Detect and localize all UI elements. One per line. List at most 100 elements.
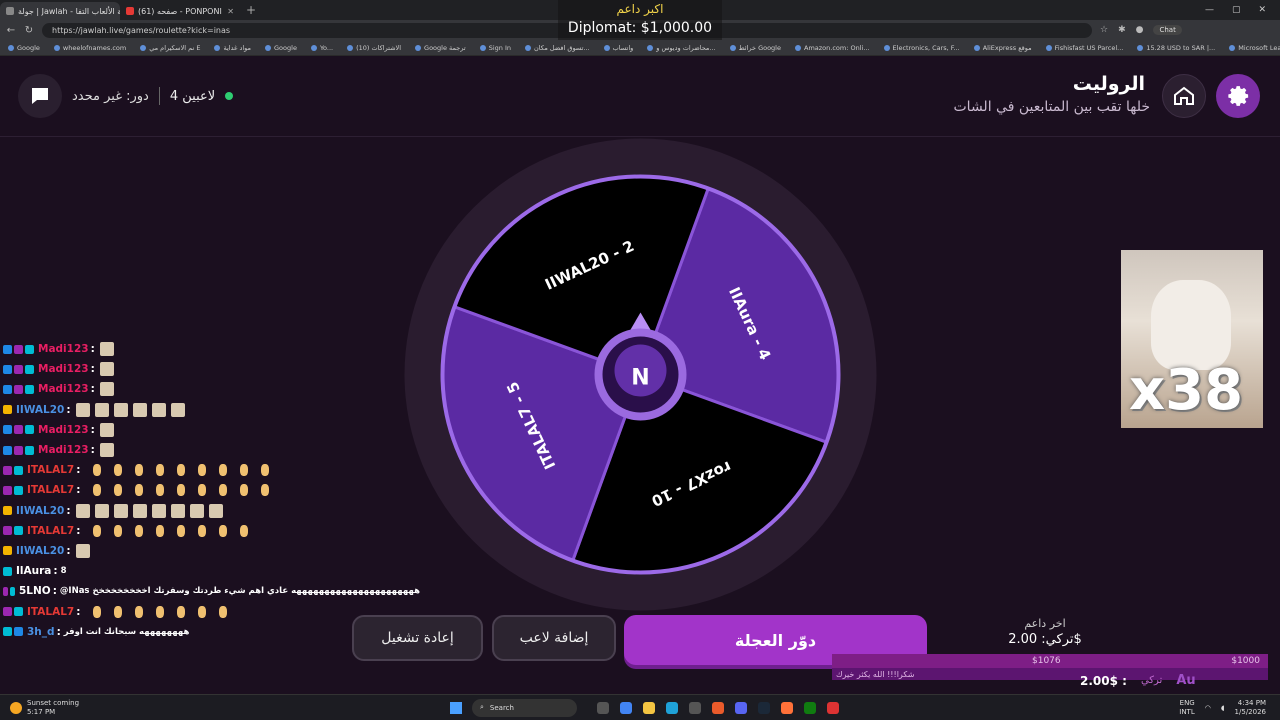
back-icon[interactable]: ← (6, 25, 16, 36)
file-explorer-icon[interactable] (643, 701, 655, 714)
steam-icon[interactable] (758, 701, 770, 714)
language-top[interactable]: ENG (1179, 699, 1195, 708)
chat-emote-icon (135, 524, 144, 537)
new-tab-icon[interactable]: + (246, 3, 256, 17)
bookmark-item[interactable]: Fishisfast US Parcel... (1045, 43, 1124, 52)
bookmark-item[interactable]: AliExpress موقع (973, 44, 1032, 52)
extensions-icon[interactable]: ✱ (1118, 25, 1126, 35)
bookmark-icon (883, 44, 890, 51)
chat-badge-icon (3, 627, 12, 637)
volume-icon[interactable]: ◖ (1221, 704, 1225, 712)
firefox-icon[interactable] (781, 701, 793, 714)
minimize-icon[interactable]: — (1205, 5, 1214, 15)
chat-separator: : (66, 504, 71, 517)
chat-username[interactable]: Madi123 (38, 424, 89, 436)
bookmark-icon (1229, 44, 1236, 51)
clock-date[interactable]: 1/5/2026 (1235, 708, 1266, 717)
bookmark-item[interactable]: واتساب (603, 44, 633, 52)
app-icon[interactable] (689, 701, 701, 714)
chat-username[interactable]: IIWAL20 (16, 545, 64, 557)
bookmark-item[interactable]: خرائط Google (729, 44, 781, 52)
windows-start-icon[interactable] (450, 701, 462, 714)
app-icon[interactable] (827, 701, 839, 714)
browser-tab[interactable]: (61) صفحه - PONPONI ✕ (120, 2, 240, 20)
chat-emote-icon (113, 503, 128, 518)
language-bottom[interactable]: INTL (1179, 708, 1194, 717)
weather-title: Sunset coming (27, 698, 80, 707)
brave-icon[interactable] (712, 701, 724, 714)
divider (158, 87, 160, 105)
bookmark-label: Fishisfast US Parcel... (1054, 43, 1124, 52)
chat-username[interactable]: ITALAL7 (27, 484, 74, 496)
bookmark-item[interactable]: Yo... (310, 44, 333, 52)
chat-username[interactable]: 5LNO (19, 585, 51, 597)
browser-tab[interactable]: جولة | Jawlah - منصة الألعاب التفا ✕ (0, 2, 120, 20)
home-button[interactable] (1162, 74, 1206, 118)
bookmark-item[interactable]: Electronics, Cars, F... (883, 44, 960, 52)
chat-message: IlAura :8 (0, 561, 420, 581)
chat-badge-icon (3, 465, 12, 475)
bookmark-item[interactable]: 15.28 USD to SAR |... (1137, 44, 1215, 52)
bookmark-item[interactable]: تسوق افضل مكان... (524, 43, 590, 52)
chat-text: ههههههههه سبحانك انت اوفر (63, 626, 190, 637)
chat-username[interactable]: Madi123 (38, 343, 89, 355)
weather-widget[interactable]: Sunset coming 5:17 PM (0, 699, 450, 717)
chat-username[interactable]: 3h_d (27, 626, 55, 638)
home-icon (1174, 86, 1194, 105)
discord-icon[interactable] (735, 701, 747, 714)
chrome-icon[interactable] (620, 701, 632, 714)
chat-separator: : (90, 343, 95, 356)
bookmark-item[interactable]: Sign In (479, 44, 511, 52)
chat-toggle-button[interactable] (18, 74, 62, 118)
edge-icon[interactable] (666, 701, 678, 714)
bookmark-item[interactable]: Microsoft Learning (1229, 44, 1280, 52)
chat-badge-icon (3, 506, 12, 516)
chat-badge-icon (3, 607, 12, 617)
bookmark-item[interactable]: Google (8, 44, 40, 52)
close-tab-icon[interactable]: ✕ (227, 7, 234, 16)
bookmark-item[interactable]: محاضرات وديوس و... (647, 44, 716, 52)
star-icon[interactable]: ☆ (1100, 25, 1108, 35)
bookmark-item[interactable]: (10) الاشتراكات (347, 44, 401, 52)
chat-username[interactable]: Madi123 (38, 363, 89, 375)
chat-username[interactable]: ITALAL7 (27, 464, 74, 476)
restart-button[interactable]: إعادة تشغيل (352, 615, 483, 661)
bookmark-item[interactable]: wheelofnames.com (53, 44, 126, 52)
chat-message: Madi123 : (0, 420, 420, 440)
chat-username[interactable]: Madi123 (38, 383, 89, 395)
chat-username[interactable]: ITALAL7 (27, 525, 74, 537)
roulette-wheel[interactable]: IIAura - 4 rozX7 - 10 ITALAL7 - 5 IIWAL20 -… (403, 137, 878, 612)
taskbar-search[interactable]: ⌕ Search (472, 698, 577, 717)
task-view-icon[interactable] (597, 701, 609, 714)
chat-emote-icon (93, 605, 102, 618)
bookmark-item[interactable]: Google (265, 44, 297, 52)
chat-message: IIWAL20 : (0, 501, 420, 521)
bookmark-item[interactable]: مواد غداية (214, 44, 251, 52)
xbox-icon[interactable] (804, 701, 816, 714)
chat-badge-icon (25, 384, 34, 394)
maximize-icon[interactable]: ▢ (1232, 5, 1241, 15)
wifi-icon[interactable]: ◠ (1205, 704, 1211, 712)
reload-icon[interactable]: ↻ (24, 25, 34, 36)
chat-username[interactable]: ITALAL7 (27, 606, 74, 618)
cat-image (1151, 280, 1231, 370)
chat-username[interactable]: IIWAL20 (16, 404, 64, 416)
close-window-icon[interactable]: ✕ (1258, 5, 1266, 15)
chat-username[interactable]: IlAura (16, 565, 51, 577)
add-player-button[interactable]: إضافة لاعب (492, 615, 616, 661)
profile-icon[interactable]: ● (1136, 25, 1144, 35)
chat-emote-icon (198, 524, 207, 537)
chat-emote-icon (99, 382, 114, 397)
chat-button[interactable]: Chat (1153, 25, 1182, 35)
bookmark-label: تسوق افضل مكان... (533, 43, 590, 52)
chat-username[interactable]: IIWAL20 (16, 505, 64, 517)
settings-button[interactable] (1216, 74, 1260, 118)
game-status: دور: غير محدد 4 لاعبين (18, 74, 234, 118)
site-favicon-icon (6, 7, 14, 15)
bookmark-label: Google ترجمة (424, 43, 466, 52)
clock-time[interactable]: 4:34 PM (1235, 699, 1266, 708)
bookmark-item[interactable]: Amazon.com: Onli... (795, 44, 870, 52)
bookmark-item[interactable]: نم الاسكيرام مي E (140, 44, 200, 52)
bookmark-item[interactable]: Google ترجمة (415, 44, 466, 52)
chat-username[interactable]: Madi123 (38, 444, 89, 456)
